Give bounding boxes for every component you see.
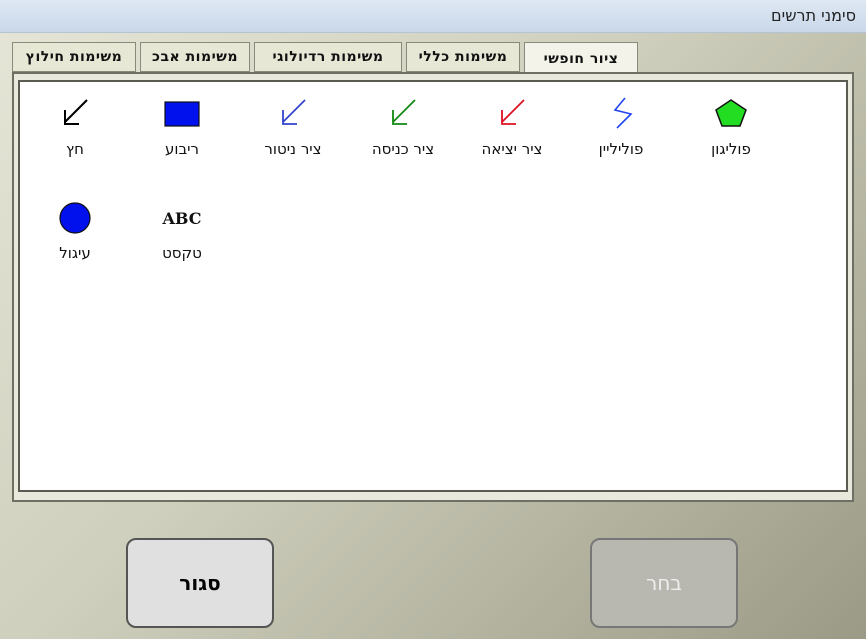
tool-polygon-label: פוליגון bbox=[711, 140, 751, 158]
tool-arrow-label: חץ bbox=[66, 140, 84, 158]
circle-icon bbox=[55, 198, 95, 238]
tool-monitor-axis-label: ציר ניטור bbox=[264, 140, 322, 158]
tool-entry-axis[interactable]: ציר כניסה bbox=[348, 94, 458, 158]
tool-exit-axis[interactable]: ציר יציאה bbox=[457, 94, 567, 158]
close-button[interactable]: סגור bbox=[126, 538, 274, 628]
tool-monitor-axis[interactable]: ציר ניטור bbox=[238, 94, 348, 158]
tool-polygon[interactable]: פוליגון bbox=[676, 94, 786, 158]
tab-general-missions[interactable]: משימות כללי bbox=[406, 42, 520, 72]
tab-panel: פוליגון פוליליין ציר יציאה ציר כניסה ציר… bbox=[12, 72, 854, 502]
tool-palette: פוליגון פוליליין ציר יציאה ציר כניסה ציר… bbox=[18, 80, 848, 492]
text-icon: ABC bbox=[162, 198, 202, 238]
tool-text-label: טקסט bbox=[162, 244, 202, 262]
text-icon-glyph: ABC bbox=[162, 208, 202, 228]
polygon-icon bbox=[711, 94, 751, 134]
exit-arrow-icon bbox=[492, 94, 532, 134]
arrow-icon bbox=[55, 94, 95, 134]
tool-circle[interactable]: עיגול bbox=[20, 198, 130, 262]
tab-free-draw[interactable]: ציור חופשי bbox=[524, 42, 638, 74]
tab-radiology-missions[interactable]: משימות רדיולוגי bbox=[254, 42, 402, 72]
tool-rectangle[interactable]: ריבוע bbox=[127, 94, 237, 158]
tool-rectangle-label: ריבוע bbox=[165, 140, 199, 158]
tool-circle-label: עיגול bbox=[59, 244, 91, 262]
rectangle-icon bbox=[162, 94, 202, 134]
polyline-icon bbox=[601, 94, 641, 134]
tool-polyline[interactable]: פוליליין bbox=[566, 94, 676, 158]
tool-arrow[interactable]: חץ bbox=[20, 94, 130, 158]
entry-arrow-icon bbox=[383, 94, 423, 134]
monitor-arrow-icon bbox=[273, 94, 313, 134]
tool-exit-axis-label: ציר יציאה bbox=[481, 140, 543, 158]
title-bar: סימני תרשים bbox=[0, 0, 866, 33]
tool-polyline-label: פוליליין bbox=[598, 140, 644, 158]
tab-rescue-missions[interactable]: משימות חילוץ bbox=[12, 42, 136, 72]
tab-abc-missions[interactable]: משימות אבכ bbox=[140, 42, 250, 72]
tab-strip: ציור חופשי משימות כללי משימות רדיולוגי מ… bbox=[12, 42, 854, 74]
window-title: סימני תרשים bbox=[771, 6, 856, 25]
tool-entry-axis-label: ציר כניסה bbox=[371, 140, 435, 158]
choose-button[interactable]: בחר bbox=[590, 538, 738, 628]
tool-text[interactable]: ABC טקסט bbox=[127, 198, 237, 263]
